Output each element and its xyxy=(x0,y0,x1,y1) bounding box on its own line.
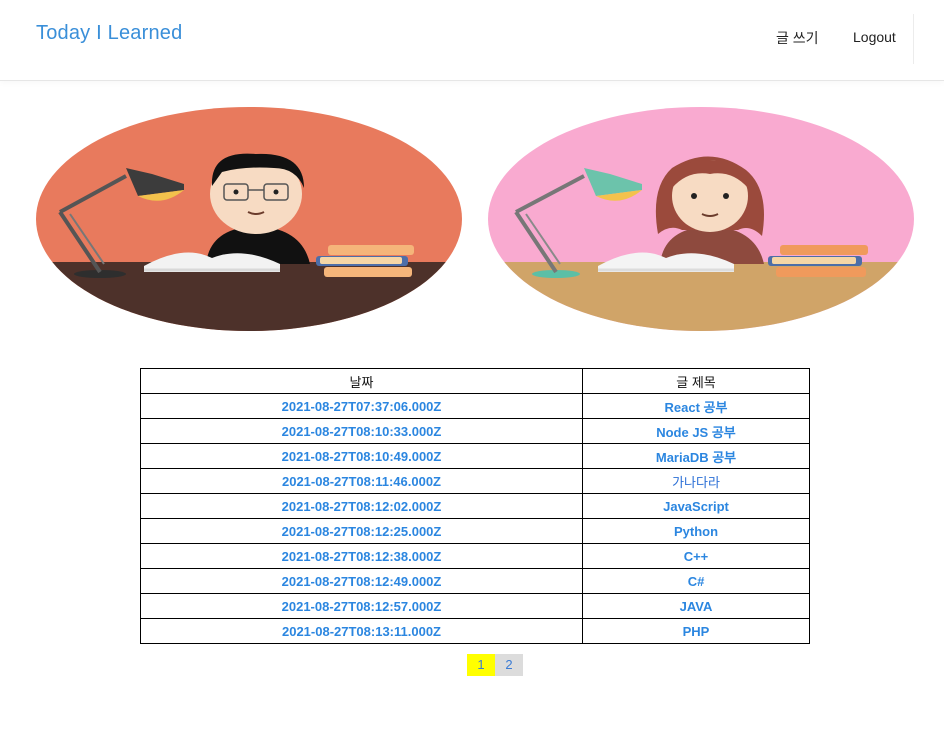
logout-link[interactable]: Logout xyxy=(853,29,896,45)
date-cell: 2021-08-27T08:12:38.000Z xyxy=(140,543,583,569)
table-row: 2021-08-27T08:12:02.000Z JavaScript xyxy=(140,493,810,519)
table-row: 2021-08-27T08:13:11.000Z PHP xyxy=(140,618,810,644)
hero-image-girl xyxy=(488,107,914,331)
date-cell: 2021-08-27T08:10:49.000Z xyxy=(140,443,583,469)
title-cell: Node JS 공부 xyxy=(582,418,810,444)
pagination: 1 2 xyxy=(467,654,523,676)
post-title-link[interactable]: JavaScript xyxy=(663,499,729,514)
table-row: 2021-08-27T08:12:38.000Z C++ xyxy=(140,543,810,569)
nav-divider xyxy=(913,14,914,64)
table-row: 2021-08-27T08:10:49.000Z MariaDB 공부 xyxy=(140,443,810,469)
table-row: 2021-08-27T08:12:49.000Z C# xyxy=(140,568,810,594)
post-date-link[interactable]: 2021-08-27T08:11:46.000Z xyxy=(282,474,441,489)
post-date-link[interactable]: 2021-08-27T08:10:33.000Z xyxy=(282,424,442,439)
brand-link[interactable]: Today I Learned xyxy=(36,22,182,45)
book-stack-icon xyxy=(768,245,868,277)
date-cell: 2021-08-27T08:12:49.000Z xyxy=(140,568,583,594)
title-cell: React 공부 xyxy=(582,393,810,419)
title-cell: C++ xyxy=(582,543,810,569)
date-column-header: 날짜 xyxy=(140,368,583,394)
title-cell: C# xyxy=(582,568,810,594)
posts-table: 날짜 글 제목 2021-08-27T07:37:06.000Z React 공… xyxy=(140,368,810,644)
table-row: 2021-08-27T08:11:46.000Z 가나다라 xyxy=(140,468,810,494)
post-title-link[interactable]: MariaDB 공부 xyxy=(656,450,736,465)
post-date-link[interactable]: 2021-08-27T08:13:11.000Z xyxy=(282,624,441,639)
post-title-link[interactable]: C++ xyxy=(684,549,709,564)
post-date-link[interactable]: 2021-08-27T08:12:38.000Z xyxy=(282,549,442,564)
post-title-link[interactable]: PHP xyxy=(683,624,710,639)
table-row: 2021-08-27T08:10:33.000Z Node JS 공부 xyxy=(140,418,810,444)
table-row: 2021-08-27T08:12:57.000Z JAVA xyxy=(140,593,810,619)
title-cell: JavaScript xyxy=(582,493,810,519)
date-cell: 2021-08-27T07:37:06.000Z xyxy=(140,393,583,419)
write-post-link[interactable]: 글 쓰기 xyxy=(776,28,819,48)
post-title-link[interactable]: JAVA xyxy=(680,599,713,614)
post-date-link[interactable]: 2021-08-27T08:12:25.000Z xyxy=(282,524,442,539)
post-date-link[interactable]: 2021-08-27T08:12:49.000Z xyxy=(282,574,442,589)
date-cell: 2021-08-27T08:11:46.000Z xyxy=(140,468,583,494)
title-cell: Python xyxy=(582,518,810,544)
page-button-1[interactable]: 1 xyxy=(467,654,495,676)
post-title-link[interactable]: C# xyxy=(688,574,705,589)
post-title-link[interactable]: React 공부 xyxy=(665,400,728,415)
post-date-link[interactable]: 2021-08-27T08:12:02.000Z xyxy=(282,499,442,514)
girl-figure xyxy=(655,156,764,264)
title-column-header: 글 제목 xyxy=(582,368,810,394)
date-cell: 2021-08-27T08:13:11.000Z xyxy=(140,618,583,644)
post-title-link[interactable]: 가나다라 xyxy=(672,475,720,490)
hero-image-boy xyxy=(36,107,462,331)
post-date-link[interactable]: 2021-08-27T07:37:06.000Z xyxy=(282,399,442,414)
post-date-link[interactable]: 2021-08-27T08:10:49.000Z xyxy=(282,449,442,464)
date-cell: 2021-08-27T08:12:25.000Z xyxy=(140,518,583,544)
title-cell: 가나다라 xyxy=(582,468,810,494)
date-cell: 2021-08-27T08:12:57.000Z xyxy=(140,593,583,619)
title-cell: JAVA xyxy=(582,593,810,619)
book-stack-icon xyxy=(316,245,414,277)
title-cell: MariaDB 공부 xyxy=(582,443,810,469)
date-cell: 2021-08-27T08:10:33.000Z xyxy=(140,418,583,444)
navbar: Today I Learned 글 쓰기 Logout xyxy=(0,0,944,81)
post-title-link[interactable]: Node JS 공부 xyxy=(656,425,736,440)
post-title-link[interactable]: Python xyxy=(674,524,718,539)
title-cell: PHP xyxy=(582,618,810,644)
post-date-link[interactable]: 2021-08-27T08:12:57.000Z xyxy=(282,599,442,614)
boy-figure xyxy=(206,153,310,264)
table-row: 2021-08-27T08:12:25.000Z Python xyxy=(140,518,810,544)
table-header-row: 날짜 글 제목 xyxy=(140,368,810,394)
page-button-2[interactable]: 2 xyxy=(495,654,523,676)
date-cell: 2021-08-27T08:12:02.000Z xyxy=(140,493,583,519)
table-row: 2021-08-27T07:37:06.000Z React 공부 xyxy=(140,393,810,419)
